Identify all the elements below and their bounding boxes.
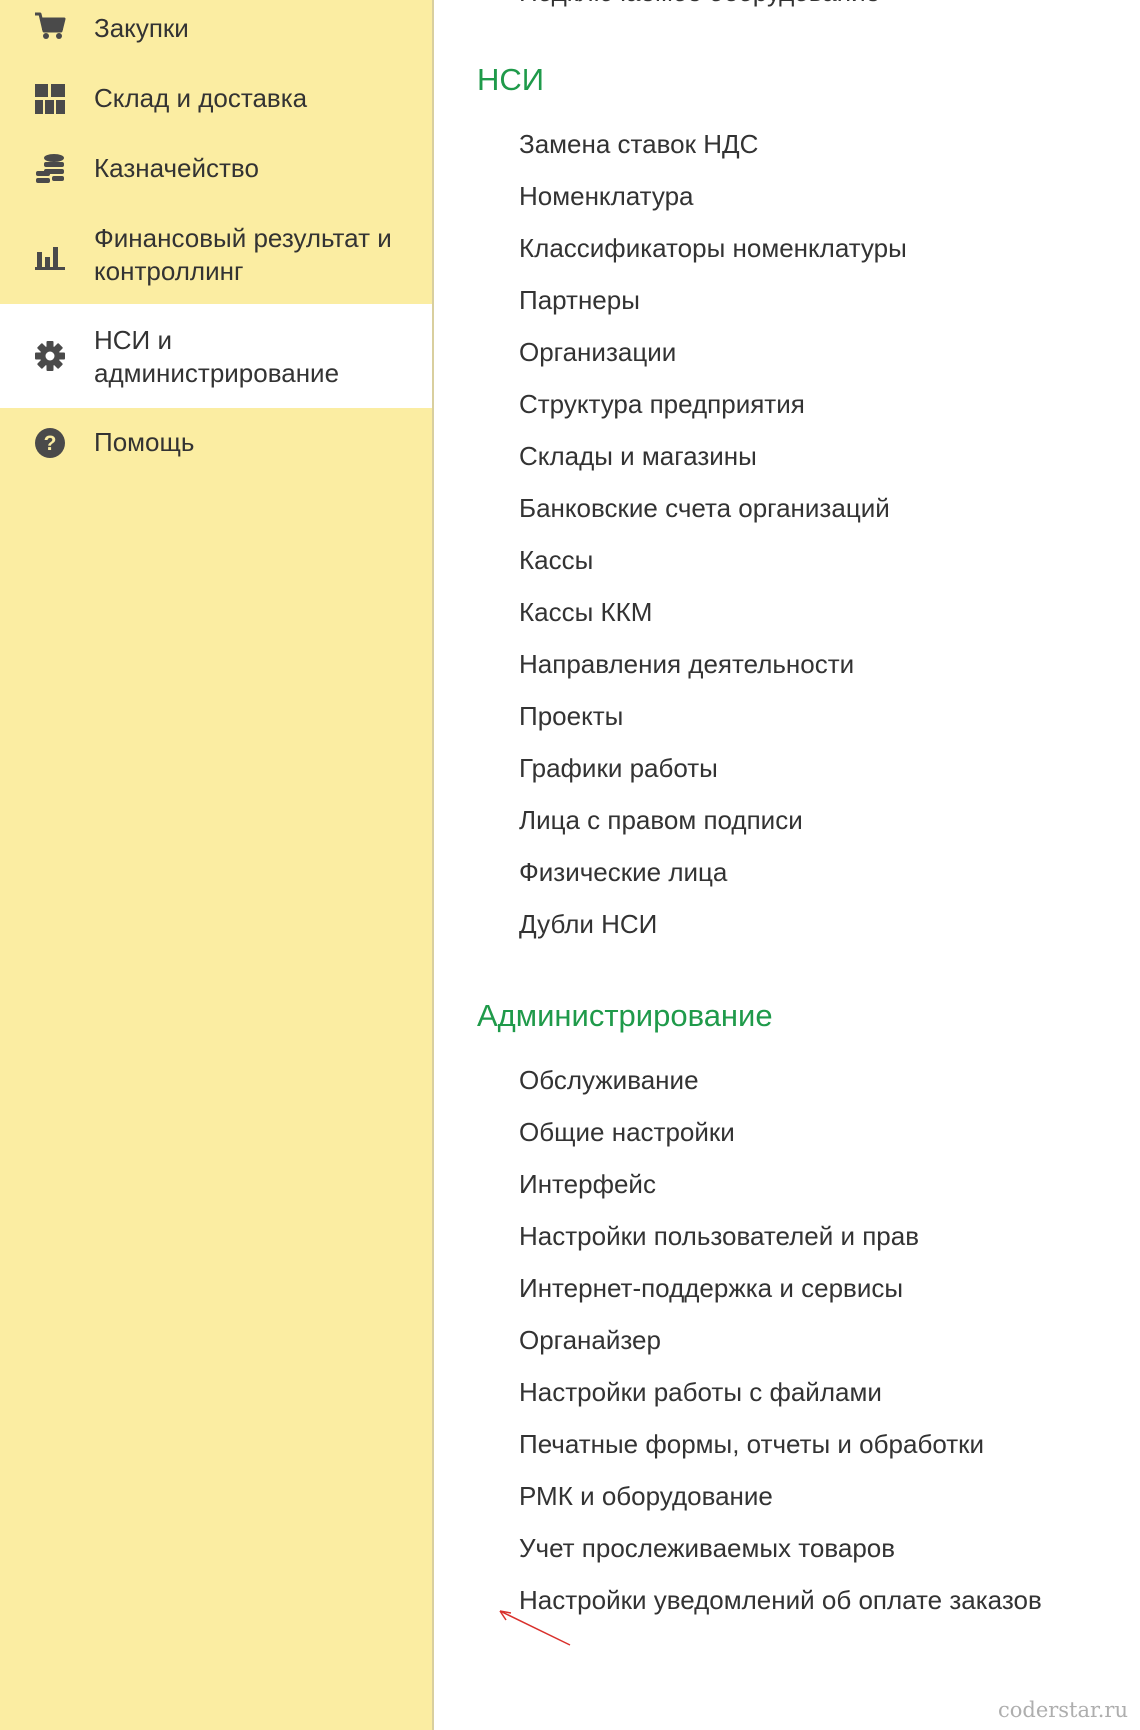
menu-item-cash-desks[interactable]: Кассы	[519, 544, 593, 576]
menu-item-interface[interactable]: Интерфейс	[519, 1168, 656, 1200]
menu-item-print-forms[interactable]: Печатные формы, отчеты и обработки	[519, 1428, 984, 1460]
sidebar-item-label: Помощь	[94, 427, 195, 457]
sidebar-item-label: Казначейство	[94, 153, 259, 183]
menu-item-file-settings[interactable]: Настройки работы с файлами	[519, 1376, 882, 1408]
menu-item-partners[interactable]: Партнеры	[519, 284, 640, 316]
annotation-arrow-icon	[499, 1610, 571, 1646]
cart-icon	[34, 10, 66, 42]
menu-item-pos-equipment[interactable]: РМК и оборудование	[519, 1480, 773, 1512]
menu-item-bank-accounts[interactable]: Банковские счета организаций	[519, 492, 890, 524]
sidebar-item-financial-result[interactable]: Финансовый результат и контроллинг	[0, 206, 432, 298]
menu-item-individuals[interactable]: Физические лица	[519, 856, 727, 888]
watermark: coderstar.ru	[997, 1698, 1128, 1722]
menu-item-user-rights-settings[interactable]: Настройки пользователей и прав	[519, 1220, 919, 1252]
sidebar-item-help[interactable]: ? Помощь	[0, 410, 432, 476]
warehouse-grid-icon	[34, 83, 66, 115]
menu-item-nomenclature[interactable]: Номенклатура	[519, 180, 693, 212]
menu-item-traceable-goods[interactable]: Учет прослеживаемых товаров	[519, 1532, 895, 1564]
menu-item-business-lines[interactable]: Направления деятельности	[519, 648, 854, 680]
menu-item-nomenclature-classifiers[interactable]: Классификаторы номенклатуры	[519, 232, 907, 264]
menu-item-projects[interactable]: Проекты	[519, 700, 623, 732]
menu-item-work-schedules[interactable]: Графики работы	[519, 752, 718, 784]
partial-menu-item[interactable]: Подключаемое оборудование	[519, 0, 880, 8]
menu-item-signatories[interactable]: Лица с правом подписи	[519, 804, 803, 836]
question-icon: ?	[34, 427, 66, 459]
menu-item-nsi-duplicates[interactable]: Дубли НСИ	[519, 908, 657, 940]
menu-item-warehouses-stores[interactable]: Склады и магазины	[519, 440, 757, 472]
sidebar-item-label: Склад и доставка	[94, 83, 308, 113]
sidebar-item-label: НСИ и администрирование	[94, 325, 340, 388]
sidebar-item-purchases[interactable]: Закупки	[0, 0, 432, 58]
sidebar-item-warehouse[interactable]: Склад и доставка	[0, 68, 432, 130]
sidebar-item-label: Закупки	[94, 13, 189, 43]
gear-icon	[34, 340, 66, 372]
menu-item-cash-registers[interactable]: Кассы ККМ	[519, 596, 652, 628]
content-panel: Подключаемое оборудование НСИ Замена ста…	[436, 0, 1140, 1730]
menu-item-maintenance[interactable]: Обслуживание	[519, 1064, 699, 1096]
menu-item-organizations[interactable]: Организации	[519, 336, 676, 368]
menu-item-enterprise-structure[interactable]: Структура предприятия	[519, 388, 805, 420]
menu-item-internet-support[interactable]: Интернет-поддержка и сервисы	[519, 1272, 903, 1304]
coins-icon	[34, 153, 66, 185]
svg-text:?: ?	[44, 432, 57, 455]
menu-item-payment-notifications[interactable]: Настройки уведомлений об оплате заказов	[519, 1584, 1042, 1616]
menu-item-organizer[interactable]: Органайзер	[519, 1324, 661, 1356]
sidebar-item-nsi-admin[interactable]: НСИ и администрирование	[0, 304, 432, 408]
bar-chart-icon	[34, 241, 66, 273]
menu-item-general-settings[interactable]: Общие настройки	[519, 1116, 735, 1148]
sidebar-item-treasury[interactable]: Казначейство	[0, 138, 432, 200]
menu-item-vat-rates[interactable]: Замена ставок НДС	[519, 128, 758, 160]
sidebar-item-label: Финансовый результат и контроллинг	[94, 223, 392, 286]
section-title-nsi: НСИ	[477, 62, 545, 97]
section-title-administration: Администрирование	[477, 998, 773, 1033]
sidebar: Закупки Склад и доставка Казначейство Фи…	[0, 0, 434, 1730]
